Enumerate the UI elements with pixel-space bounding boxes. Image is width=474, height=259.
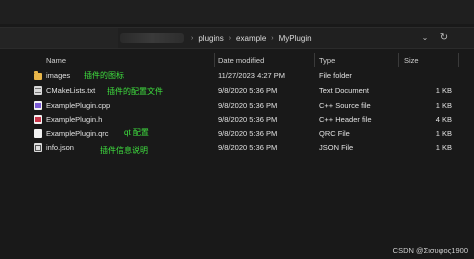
header-file-icon xyxy=(34,115,42,124)
column-divider[interactable] xyxy=(398,53,399,67)
blurred-path-segment xyxy=(120,33,184,43)
file-size: 1 KB xyxy=(435,129,452,138)
breadcrumb-separator: › xyxy=(191,34,194,42)
file-type: C++ Source file xyxy=(319,101,371,110)
file-row[interactable]: CMakeLists.txt 9/8/2020 5:36 PM Text Doc… xyxy=(0,85,474,97)
text-file-icon xyxy=(34,86,42,95)
file-date: 9/8/2020 5:36 PM xyxy=(218,115,278,124)
file-type: JSON File xyxy=(319,143,354,152)
annotation-qrc: qt 配置 xyxy=(124,128,149,137)
file-date: 9/8/2020 5:36 PM xyxy=(218,101,278,110)
breadcrumb-item-example[interactable]: example xyxy=(236,34,266,43)
file-size: 1 KB xyxy=(435,101,452,110)
address-left-blank xyxy=(0,28,118,48)
file-row[interactable]: ExamplePlugin.qrc 9/8/2020 5:36 PM QRC F… xyxy=(0,128,474,140)
address-bar[interactable]: › plugins › example › MyPlugin ⌄ ↻ xyxy=(0,27,474,49)
column-name[interactable]: Name xyxy=(46,56,66,65)
column-size[interactable]: Size xyxy=(404,56,419,65)
file-row[interactable]: images 11/27/2023 4:27 PM File folder xyxy=(0,70,474,82)
file-name: ExamplePlugin.h xyxy=(46,115,103,124)
file-row[interactable]: info.json 9/8/2020 5:36 PM JSON File 1 K… xyxy=(0,142,474,154)
column-date-modified[interactable]: Date modified xyxy=(218,56,264,65)
folder-icon xyxy=(34,71,42,80)
column-type[interactable]: Type xyxy=(319,56,335,65)
breadcrumb-item-myplugin[interactable]: MyPlugin xyxy=(279,34,312,43)
file-row[interactable]: ExamplePlugin.cpp 9/8/2020 5:36 PM C++ S… xyxy=(0,100,474,112)
file-type: File folder xyxy=(319,71,352,80)
file-name: ExamplePlugin.qrc xyxy=(46,129,109,138)
watermark: CSDN @Σισυφος1900 xyxy=(392,246,468,255)
file-date: 9/8/2020 5:36 PM xyxy=(218,129,278,138)
breadcrumb-item-plugins[interactable]: plugins xyxy=(198,34,223,43)
file-size: 1 KB xyxy=(435,143,452,152)
annotation-json: 插件信息说明 xyxy=(100,146,148,155)
column-header: Name Date modified Type Size xyxy=(0,53,474,67)
file-date: 11/27/2023 4:27 PM xyxy=(218,71,285,80)
breadcrumb-separator: › xyxy=(228,34,232,42)
breadcrumb: › plugins › example › MyPlugin xyxy=(186,28,312,48)
chevron-down-icon[interactable]: ⌄ xyxy=(420,33,430,43)
breadcrumb-separator: › xyxy=(271,34,274,42)
file-name: info.json xyxy=(46,143,74,152)
file-date: 9/8/2020 5:36 PM xyxy=(218,86,278,95)
file-size: 1 KB xyxy=(435,86,452,95)
column-divider[interactable] xyxy=(214,53,215,67)
file-size: 4 KB xyxy=(435,115,452,124)
file-name: images xyxy=(46,71,71,80)
column-divider[interactable] xyxy=(458,53,459,67)
file-type: Text Document xyxy=(319,86,370,95)
file-name: CMakeLists.txt xyxy=(46,86,96,95)
file-type: QRC File xyxy=(319,129,350,138)
annotation-images: 插件的图标 xyxy=(84,71,124,80)
file-row[interactable]: ExamplePlugin.h 9/8/2020 5:36 PM C++ Hea… xyxy=(0,114,474,126)
file-type: C++ Header file xyxy=(319,115,372,124)
file-name: ExamplePlugin.cpp xyxy=(46,101,111,110)
column-divider[interactable] xyxy=(314,53,315,67)
qrc-file-icon xyxy=(34,129,42,138)
refresh-icon[interactable]: ↻ xyxy=(438,32,450,44)
file-date: 9/8/2020 5:36 PM xyxy=(218,143,278,152)
json-file-icon xyxy=(34,143,42,152)
cpp-file-icon xyxy=(34,101,42,110)
annotation-cmake: 插件的配置文件 xyxy=(107,87,163,96)
title-bar xyxy=(0,0,474,24)
